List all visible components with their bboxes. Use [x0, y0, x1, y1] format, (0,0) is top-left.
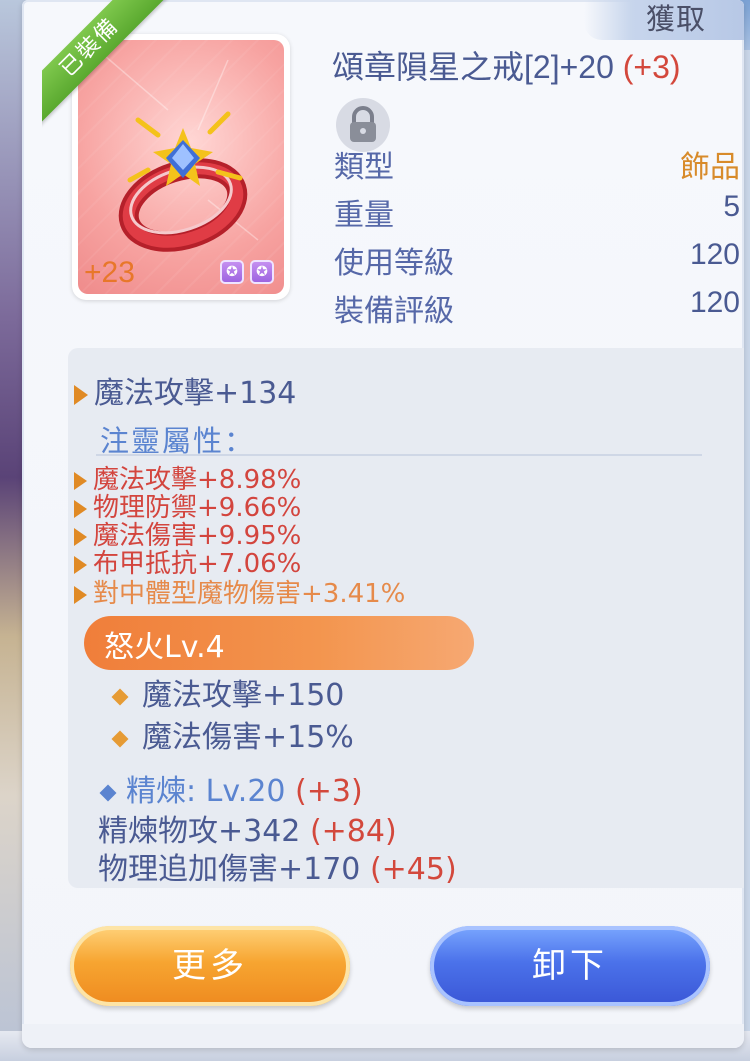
info-label: 類型	[334, 150, 394, 185]
info-label: 重量	[334, 198, 394, 233]
enchant-stat-text: 物理防禦+9.66%	[93, 493, 302, 523]
unequip-button[interactable]: 卸下	[430, 926, 710, 1006]
item-name-bonus: (+3)	[622, 49, 681, 85]
item-name-text: 頌章隕星之戒[2]+20	[332, 49, 614, 85]
enchant-stat-text: 布甲抵抗+7.06%	[93, 549, 302, 579]
skill-name: 怒火Lv.4	[104, 630, 225, 665]
base-stat-text: 魔法攻擊+134	[94, 376, 297, 411]
info-label: 使用等級	[334, 246, 454, 281]
equipped-ribbon-label: 已裝備	[42, 0, 172, 130]
skill-effect: 魔法傷害+15%	[111, 712, 354, 756]
refine-stat-bonus: (+45)	[369, 852, 457, 887]
refine-stat-text: 物理追加傷害+170	[98, 852, 361, 887]
refine-label: 精煉: Lv.20	[126, 774, 286, 809]
diamond-bullet-icon	[111, 730, 129, 747]
panel-footer	[22, 1024, 744, 1048]
enchant-special-text: 對中體型魔物傷害+3.41%	[93, 579, 406, 609]
info-row-type: 類型 飾品	[334, 142, 740, 186]
diamond-bullet-icon	[99, 784, 117, 801]
divider	[96, 454, 702, 456]
enchant-stat: 魔法攻擊+8.98%	[74, 466, 301, 494]
skill-bar: 怒火Lv.4	[84, 616, 474, 670]
info-label: 裝備評級	[334, 294, 454, 329]
refine-bonus: (+3)	[295, 774, 363, 809]
enchant-stat-text: 魔法攻擊+8.98%	[93, 465, 302, 495]
enchant-stat-text: 魔法傷害+9.95%	[93, 521, 302, 551]
info-value: 120	[689, 286, 740, 319]
stats-scroll-area[interactable]: 魔法攻擊+134 注靈屬性： 魔法攻擊+8.98% 物理防禦+9.66% 魔法傷…	[68, 348, 744, 888]
enchant-stat: 魔法傷害+9.95%	[74, 522, 301, 550]
arrow-bullet-icon	[74, 384, 88, 405]
card-slot-icon: ✪	[250, 260, 274, 284]
enchant-special-stat: 對中體型魔物傷害+3.41%	[74, 580, 405, 608]
card-slots: ✪ ✪	[220, 260, 274, 284]
refine-level: 精煉: Lv.20 (+3)	[99, 766, 363, 810]
refine-stat: 物理追加傷害+170 (+45)	[98, 844, 457, 888]
skill-effect-text: 魔法傷害+15%	[142, 720, 354, 755]
enchant-stat: 布甲抵抗+7.06%	[74, 550, 301, 578]
diamond-bullet-icon	[111, 688, 129, 705]
acquire-tab-label: 獲取	[645, 2, 706, 36]
base-stat: 魔法攻擊+134	[74, 368, 296, 412]
info-row-weight: 重量 5	[334, 190, 740, 234]
card-slot-icon: ✪	[220, 260, 244, 284]
arrow-bullet-icon	[74, 527, 87, 546]
more-button[interactable]: 更多	[70, 926, 350, 1006]
arrow-bullet-icon	[74, 585, 87, 604]
info-row-rating: 裝備評級 120	[334, 286, 740, 330]
skill-effect-text: 魔法攻擊+150	[142, 678, 345, 713]
equipped-ribbon: 已裝備	[42, 0, 172, 130]
arrow-bullet-icon	[74, 471, 87, 490]
item-name: 頌章隕星之戒[2]+20 (+3)	[332, 42, 681, 88]
acquire-tab[interactable]: 獲取	[584, 0, 744, 40]
item-detail-panel: 獲取 +23 ✪ ✪ 已裝備 頌章隕星之戒[2]+20 (+3) 類型 飾品 重…	[22, 0, 744, 1048]
info-value: 飾品	[680, 151, 740, 184]
info-value: 5	[723, 190, 740, 223]
enchant-stat: 物理防禦+9.66%	[74, 494, 301, 522]
info-row-level: 使用等級 120	[334, 238, 740, 282]
skill-effect: 魔法攻擊+150	[111, 670, 345, 714]
arrow-bullet-icon	[74, 555, 87, 574]
enhance-level: +23	[84, 256, 135, 289]
info-value: 120	[689, 238, 740, 271]
arrow-bullet-icon	[74, 499, 87, 518]
